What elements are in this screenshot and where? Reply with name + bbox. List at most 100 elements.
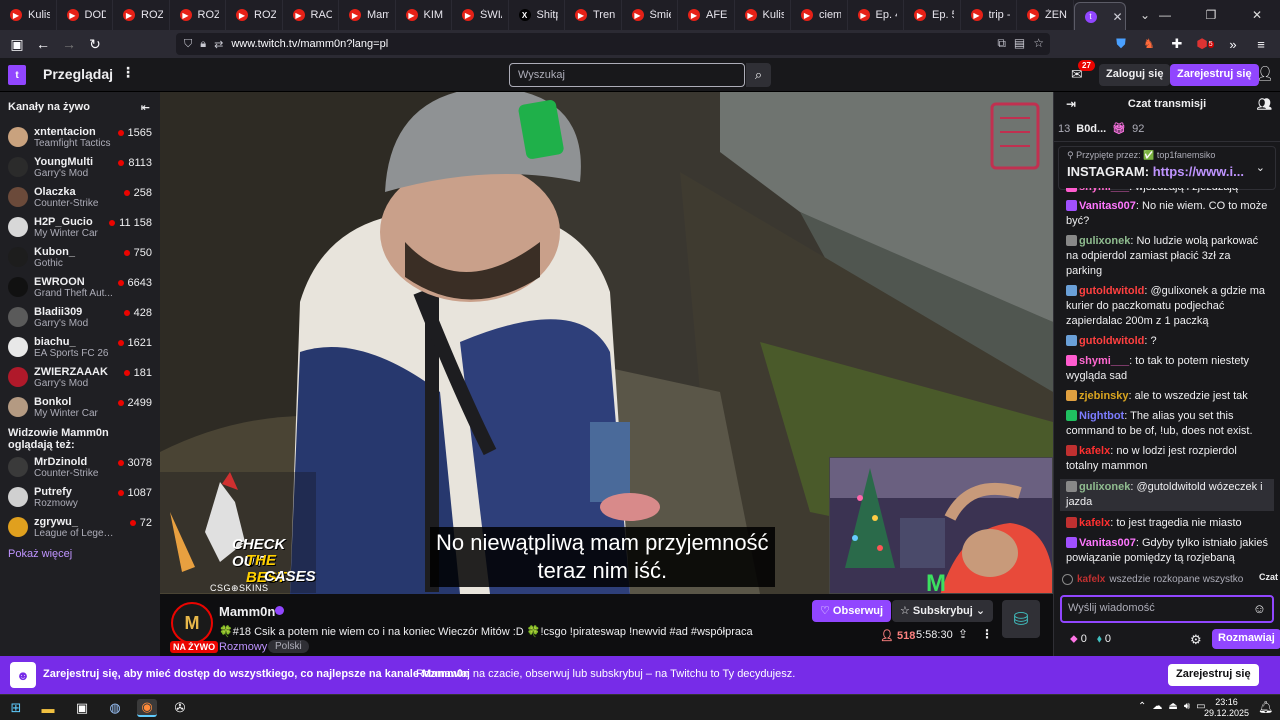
browser-tab[interactable]: ▶ ŚWIĄTE bbox=[452, 0, 509, 30]
overflow-chevrons-icon[interactable]: » bbox=[1222, 33, 1244, 55]
sidebar-channel-item[interactable]: xntentacion Teamfight Tactics 1565 bbox=[0, 122, 160, 152]
browser-tab[interactable]: ▶ ROZMO bbox=[113, 0, 170, 30]
share-icon[interactable]: ⇪ bbox=[958, 627, 968, 641]
system-clock[interactable]: 23:16 29.12.2025 bbox=[1204, 697, 1249, 719]
close-tab-icon[interactable]: ✕ bbox=[1113, 10, 1123, 24]
chat-send-button[interactable]: Rozmawiaj bbox=[1212, 629, 1280, 649]
banner-signup-button[interactable]: Zarejestruj się bbox=[1168, 664, 1259, 686]
restore-button[interactable]: ❐ bbox=[1188, 0, 1234, 30]
sidebar-channel-item[interactable]: Bonkol My Winter Car 2499 bbox=[0, 392, 160, 422]
search-input[interactable]: Wyszukaj bbox=[509, 63, 745, 87]
chat-message[interactable]: Nightbot: The alias you set this command… bbox=[1066, 409, 1268, 439]
pinned-message[interactable]: ⚲ Przypięte przez: ✅ top1fanemsiko INSTA… bbox=[1058, 146, 1276, 190]
app-menu-icon[interactable]: ≡ bbox=[1250, 33, 1272, 55]
sidebar-channel-item[interactable]: zgrywu_ League of Legends 72 bbox=[0, 512, 160, 542]
chat-username[interactable]: zjebinsky bbox=[1079, 390, 1129, 402]
more-menu-icon[interactable]: ⋮ bbox=[121, 64, 135, 81]
adblock-extension-icon[interactable]: ⬢ 5 bbox=[1194, 33, 1216, 55]
subscribe-button[interactable]: ☆ Subskrybuj ⌄ bbox=[892, 600, 994, 622]
chat-username[interactable]: Nightbot bbox=[1079, 410, 1124, 422]
sidebar-channel-item[interactable]: biachu_ EA Sports FC 26 1621 bbox=[0, 332, 160, 362]
language-tag[interactable]: Polski bbox=[268, 640, 309, 653]
twitch-logo-icon[interactable]: t bbox=[8, 65, 26, 85]
more-options-icon[interactable]: ⋮ bbox=[981, 627, 993, 641]
collapse-chat-icon[interactable]: ⇥ bbox=[1066, 97, 1076, 111]
sidebar-channel-item[interactable]: Bladii309 Garry's Mod 428 bbox=[0, 302, 160, 332]
browser-tab[interactable]: ▶ Ep. 4 "S bbox=[848, 0, 904, 30]
extension-icon[interactable]: ⛁ bbox=[1002, 600, 1040, 638]
chat-settings-gear-icon[interactable]: ⚙ bbox=[1190, 632, 1202, 648]
sidebar-channel-item[interactable]: H2P_Gucio My Winter Car 11 158 bbox=[0, 212, 160, 242]
browser-tab[interactable]: ▶ Trening bbox=[565, 0, 622, 30]
sidebar-channel-item[interactable]: ZWIERZAAAK Garry's Mod 181 bbox=[0, 362, 160, 392]
browser-tab[interactable]: ▶ ciemna bbox=[791, 0, 848, 30]
browser-tab[interactable]: ▶ ROZMO bbox=[170, 0, 226, 30]
chat-message[interactable]: shymi___: to tak to potem niestety wyglą… bbox=[1066, 354, 1268, 384]
chat-username[interactable]: gulixonek bbox=[1079, 481, 1130, 493]
browser-tab[interactable]: ▶ Kulisy p bbox=[0, 0, 57, 30]
bookmark-star-icon[interactable]: ☆ bbox=[1033, 36, 1044, 51]
browser-tab[interactable]: ▶ ŻENUJĄ bbox=[1017, 0, 1074, 30]
chat-username[interactable]: shymi___ bbox=[1079, 355, 1129, 367]
show-more-link[interactable]: Pokaż więcej bbox=[0, 542, 160, 566]
expand-pinned-chevron-icon[interactable]: ⌄ bbox=[1256, 161, 1265, 174]
vpn-shield-icon[interactable]: ⛊ bbox=[1110, 33, 1132, 55]
shield-icon[interactable]: ⛉ bbox=[184, 38, 192, 51]
notifications-bell-icon[interactable]: 🔔︎ bbox=[1258, 700, 1273, 714]
steam-icon[interactable]: ◍ bbox=[105, 699, 125, 717]
sidebar-channel-item[interactable]: MrDzinold Counter-Strike 3078 bbox=[0, 452, 160, 482]
minimize-button[interactable]: — bbox=[1142, 0, 1188, 30]
firefox-icon[interactable]: ◉ bbox=[137, 699, 157, 717]
file-explorer-icon[interactable]: ▬ bbox=[38, 699, 58, 717]
signup-button[interactable]: Zarejestruj się bbox=[1170, 64, 1259, 86]
close-window-button[interactable]: ✕ bbox=[1234, 0, 1280, 30]
chat-message[interactable]: kafelx: to jest tragedia nie miasto bbox=[1066, 516, 1268, 531]
sidebar-channel-item[interactable]: Kubon_ Gothic 750 bbox=[0, 242, 160, 272]
permissions-icon[interactable]: ⇄ bbox=[214, 38, 223, 51]
collapse-sidebar-icon[interactable]: ⇤ bbox=[141, 101, 150, 114]
browser-tab[interactable]: ▶ RACHU bbox=[283, 0, 339, 30]
chat-message[interactable]: zjebinsky: ale to wszedzie jest tak bbox=[1066, 389, 1268, 404]
sidebar-channel-item[interactable]: EWROON Grand Theft Aut... 6643 bbox=[0, 272, 160, 302]
community-icon[interactable]: 👥︎ bbox=[1257, 97, 1272, 111]
chat-message[interactable]: kafelx: no w lodzi jest rozpierdol total… bbox=[1066, 444, 1268, 474]
sidebar-channel-item[interactable]: Olaczka Counter-Strike 258 bbox=[0, 182, 160, 212]
chat-username[interactable]: kafelx bbox=[1079, 445, 1110, 457]
browser-tab[interactable]: ▶ Mamm bbox=[339, 0, 396, 30]
back-arrow-icon[interactable]: ← bbox=[30, 31, 56, 57]
channel-points[interactable]: ⬥ 0 ⬧ 0 bbox=[1070, 633, 1111, 646]
channel-name[interactable]: Mamm0n bbox=[219, 604, 275, 619]
chat-message[interactable]: shymi___: wjeżdżają i zjeżdżają bbox=[1066, 188, 1268, 194]
browser-tab[interactable]: ▶ trip - Yo bbox=[961, 0, 1017, 30]
chat-message[interactable]: Vanitas007: Gdyby tylko istniało jakieś … bbox=[1066, 536, 1268, 566]
browse-link[interactable]: Przeglądaj bbox=[43, 66, 113, 82]
forward-arrow-icon[interactable]: → bbox=[56, 31, 82, 57]
volume-icon[interactable]: 🔊︎ bbox=[1184, 701, 1190, 712]
url-bar[interactable]: ⛉ 🔒︎ ⇄ www.twitch.tv/mamm0n?lang=pl ⧉ ▤ … bbox=[176, 33, 1050, 55]
tool-icon[interactable]: ✇ bbox=[170, 699, 190, 717]
chat-message-list[interactable]: shymi___: wjeżdżają i zjeżdżają Vanitas00… bbox=[1054, 188, 1280, 566]
chat-username[interactable]: gutoldwitold bbox=[1079, 335, 1144, 347]
browser-tab[interactable]: ▶ Śmierte bbox=[622, 0, 678, 30]
sidebar-toggle-icon[interactable]: ▣ bbox=[4, 31, 30, 57]
fox-extension-icon[interactable]: ♞ bbox=[1138, 33, 1160, 55]
extensions-puzzle-icon[interactable]: ✚ bbox=[1166, 33, 1188, 55]
reader-view-icon[interactable]: ▤ bbox=[1014, 36, 1025, 51]
sidebar-channel-item[interactable]: YoungMulti Garry's Mod 8113 bbox=[0, 152, 160, 182]
chat-message-input[interactable]: Wyślij wiadomość ☺ bbox=[1060, 595, 1274, 623]
browser-tab[interactable]: X Shitpos bbox=[509, 0, 565, 30]
search-icon[interactable]: ⌕ bbox=[746, 63, 771, 87]
chat-message[interactable]: gutoldwitold: ? bbox=[1066, 334, 1268, 349]
gift-leaderboard[interactable]: 13 B0d... 🎁︎ 92 bbox=[1054, 116, 1280, 142]
channel-avatar[interactable]: M bbox=[171, 602, 213, 644]
chat-username[interactable]: gulixonek bbox=[1079, 235, 1130, 247]
chat-message[interactable]: gulixonek: @gutoldwitold wózeczek i jazd… bbox=[1060, 479, 1274, 511]
browser-tab[interactable]: ▶ DODA: bbox=[57, 0, 113, 30]
user-menu-icon[interactable]: 👤︎ bbox=[1256, 65, 1274, 82]
app-monitor-icon[interactable]: ▣ bbox=[72, 699, 92, 717]
browser-tab[interactable]: ▶ Kulisy p bbox=[735, 0, 791, 30]
lock-icon[interactable]: 🔒︎ bbox=[200, 38, 206, 51]
browser-tab[interactable]: ▶ Ep. 5 "S bbox=[904, 0, 961, 30]
network-icon[interactable]: ☁ bbox=[1152, 701, 1162, 712]
chat-username[interactable]: Vanitas007 bbox=[1079, 200, 1136, 212]
